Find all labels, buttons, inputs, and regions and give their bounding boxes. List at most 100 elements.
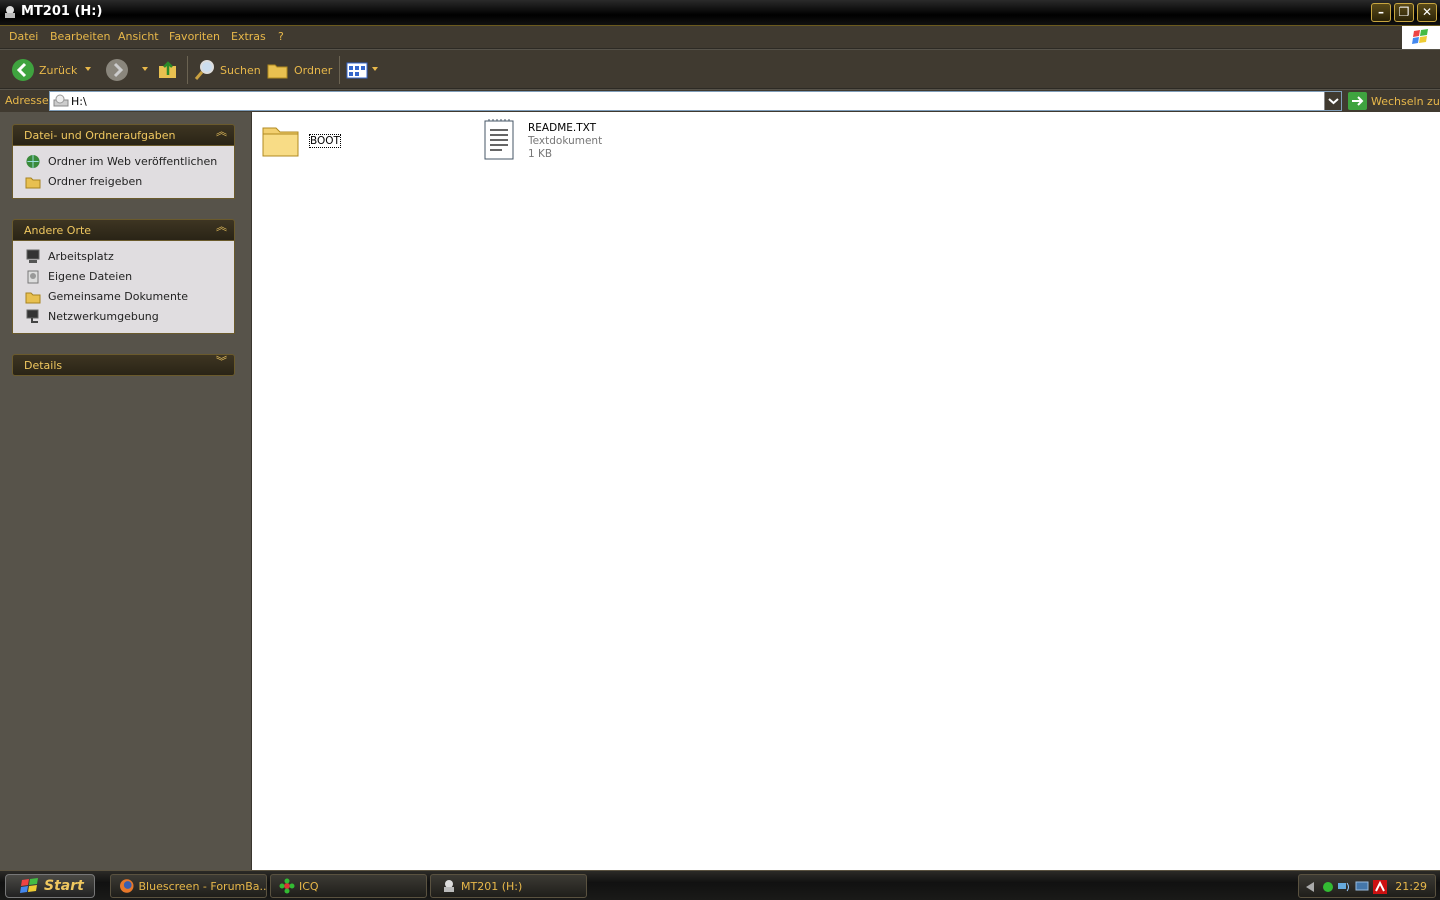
clock[interactable]: 21:29 (1395, 880, 1427, 893)
panel-title: Details (24, 359, 63, 372)
link-label: Arbeitsplatz (48, 250, 114, 263)
expand-icon[interactable]: ︾ (216, 356, 227, 367)
collapse-icon[interactable]: ︽ (216, 221, 227, 232)
up-folder-button[interactable] (157, 57, 179, 83)
toolbar-separator (339, 56, 340, 84)
my-documents-link[interactable]: Eigene Dateien (13, 267, 234, 287)
toolbar: Zurück Suchen Ordner (0, 50, 1440, 89)
taskbar: Start Bluescreen - ForumBa... ICQ MT201 … (0, 870, 1440, 900)
file-name: BOOT (309, 134, 341, 148)
menu-help[interactable]: ? (278, 30, 284, 43)
drive-icon (444, 880, 454, 892)
file-tasks-header[interactable]: Datei- und Ordneraufgaben ︽ (12, 124, 235, 146)
up-folder-icon (159, 61, 176, 78)
go-arrow-icon (1348, 92, 1367, 110)
file-tasks-panel: Datei- und Ordneraufgaben ︽ Ordner im We… (12, 124, 235, 199)
address-label: Adresse (5, 94, 49, 107)
address-value: H:\ (71, 95, 87, 108)
folder-icon (262, 127, 299, 157)
network-places-link[interactable]: Netzwerkumgebung (13, 307, 234, 327)
task-pane: Datei- und Ordneraufgaben ︽ Ordner im We… (0, 112, 251, 870)
back-arrow-icon (12, 59, 34, 81)
details-panel: Details ︾ (12, 354, 235, 376)
address-input[interactable]: H:\ (49, 91, 1342, 111)
details-header[interactable]: Details ︾ (12, 354, 235, 376)
other-places-header[interactable]: Andere Orte ︽ (12, 219, 235, 241)
views-icon (346, 62, 368, 79)
file-name: README.TXT (528, 122, 597, 134)
close-button[interactable]: ✕ (1417, 3, 1437, 22)
panel-title: Datei- und Ordneraufgaben (24, 129, 176, 142)
firefox-icon (119, 879, 134, 893)
views-dropdown-icon[interactable] (372, 67, 378, 71)
maximize-button[interactable]: ❐ (1394, 3, 1414, 22)
search-icon (194, 60, 214, 80)
link-label: Gemeinsame Dokumente (48, 290, 188, 303)
folder-item-boot[interactable]: BOOT (260, 120, 360, 164)
task-button-firefox[interactable]: Bluescreen - ForumBa... (110, 874, 267, 898)
forward-button[interactable] (105, 57, 129, 83)
my-computer-link[interactable]: Arbeitsplatz (13, 247, 234, 267)
computer-icon (26, 249, 40, 263)
panel-title: Andere Orte (24, 224, 92, 237)
task-button-explorer[interactable]: MT201 (H:) (430, 874, 587, 898)
shared-documents-link[interactable]: Gemeinsame Dokumente (13, 287, 234, 307)
network-tray-icon[interactable] (1337, 880, 1351, 894)
minimize-button[interactable]: – (1371, 3, 1391, 22)
task-label: Bluescreen - ForumBa... (138, 879, 266, 893)
drive-icon (53, 94, 69, 107)
toolbar-separator (187, 56, 188, 84)
share-folder-link[interactable]: Ordner freigeben (13, 172, 234, 192)
menu-bar: Datei Bearbeiten Ansicht Favoriten Extra… (0, 26, 1440, 49)
documents-icon (27, 270, 39, 284)
forward-arrow-icon (106, 59, 128, 81)
windows-logo-icon (20, 878, 38, 893)
globe-icon (26, 154, 40, 169)
link-label: Netzwerkumgebung (48, 310, 159, 323)
back-dropdown-icon[interactable] (85, 67, 91, 71)
other-places-panel: Andere Orte ︽ Arbeitsplatz Eigene Dateie… (12, 219, 235, 334)
menu-extras[interactable]: Extras (231, 30, 266, 43)
folders-label: Ordner (294, 63, 333, 77)
file-tasks-body: Ordner im Web veröffentlichen Ordner fre… (12, 146, 235, 199)
menu-ansicht[interactable]: Ansicht (118, 30, 159, 43)
publish-web-link[interactable]: Ordner im Web veröffentlichen (13, 152, 234, 172)
folders-button[interactable]: Ordner (266, 57, 332, 83)
network-icon (26, 309, 39, 323)
search-button[interactable]: Suchen (193, 57, 261, 83)
monitor-tray-icon[interactable] (1355, 880, 1369, 894)
menu-favoriten[interactable]: Favoriten (169, 30, 220, 43)
menu-datei[interactable]: Datei (9, 30, 38, 43)
back-button[interactable]: Zurück (11, 57, 77, 83)
shared-folder-icon (25, 177, 41, 189)
window-title: MT201 (H:) (21, 4, 103, 19)
other-places-body: Arbeitsplatz Eigene Dateien Gemeinsame D… (12, 241, 235, 334)
icq-flower-icon (279, 878, 295, 894)
address-dropdown-button[interactable] (1324, 92, 1341, 110)
start-label: Start (44, 878, 84, 894)
task-button-icq[interactable]: ICQ (270, 874, 427, 898)
start-button[interactable]: Start (5, 874, 95, 898)
chevron-down-icon (1328, 98, 1339, 105)
title-bar[interactable]: MT201 (H:) – ❐ ✕ (0, 0, 1440, 26)
forward-dropdown-icon[interactable] (142, 67, 148, 71)
file-size: 1 KB (528, 148, 553, 160)
link-label: Ordner im Web veröffentlichen (48, 155, 218, 168)
windows-logo-icon (1402, 26, 1440, 49)
menu-bearbeiten[interactable]: Bearbeiten (50, 30, 110, 43)
back-label: Zurück (39, 63, 78, 77)
drive-icon (5, 6, 15, 18)
views-button[interactable] (346, 57, 370, 83)
antivirus-tray-icon[interactable] (1373, 880, 1387, 894)
link-label: Eigene Dateien (48, 270, 133, 283)
icq-tray-icon[interactable] (1321, 880, 1335, 894)
show-hidden-icons-icon[interactable] (1303, 880, 1317, 894)
folder-icon (25, 292, 41, 304)
collapse-icon[interactable]: ︽ (216, 126, 227, 137)
file-list[interactable]: BOOT README.TXT Textdokument 1 KB (251, 112, 1440, 870)
task-label: ICQ (299, 879, 319, 893)
file-type: Textdokument (528, 135, 603, 147)
system-tray: 21:29 (1298, 874, 1436, 898)
go-button[interactable]: Wechseln zu (1348, 92, 1440, 110)
file-item-readme[interactable]: README.TXT Textdokument 1 KB (482, 118, 662, 166)
